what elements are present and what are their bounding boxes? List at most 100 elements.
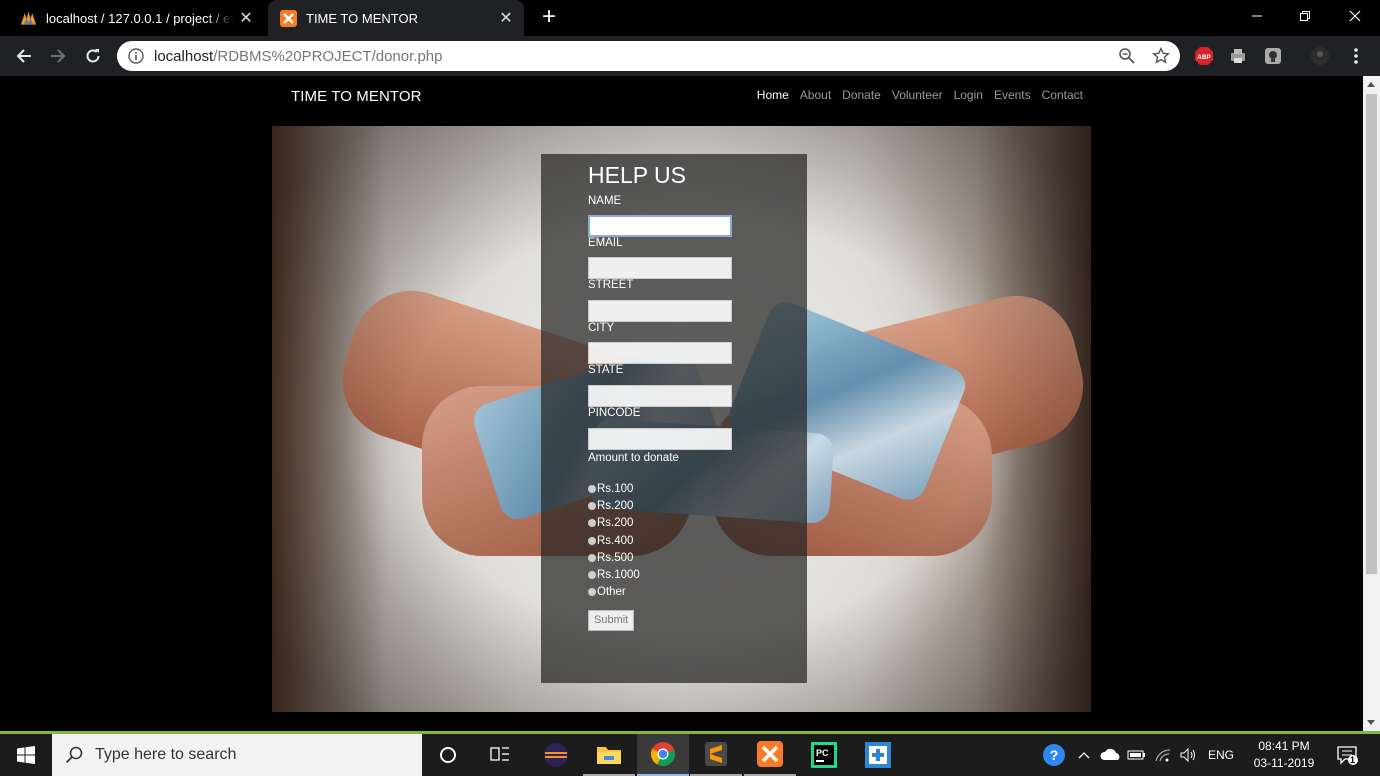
field-city: CITY xyxy=(588,322,788,364)
new-tab-button[interactable]: + xyxy=(536,4,562,30)
radio-button[interactable] xyxy=(588,501,596,510)
email-label: EMAIL xyxy=(588,237,623,249)
phpmyadmin-icon xyxy=(20,10,37,27)
minimize-icon[interactable] xyxy=(1233,0,1281,32)
nav-events[interactable]: Events xyxy=(994,88,1031,102)
page-viewport: TIME TO MENTOR Home About Donate Volunte… xyxy=(0,76,1363,731)
amount-option-label: Rs.1000 xyxy=(597,569,640,582)
extension-printer-icon[interactable] xyxy=(1228,46,1248,66)
info-icon[interactable] xyxy=(128,48,144,64)
submit-button[interactable]: Submit xyxy=(588,610,635,632)
url-path: /RDBMS%20PROJECT/donor.php xyxy=(213,47,443,65)
eclipse-icon[interactable] xyxy=(530,734,582,776)
amount-option-label: Rs.500 xyxy=(597,551,634,564)
amount-option[interactable]: Rs.1000 xyxy=(588,566,788,583)
tab-phpmyadmin[interactable]: localhost / 127.0.0.1 / project / ev ✕ xyxy=(10,0,264,36)
page-scrollbar[interactable] xyxy=(1363,76,1380,731)
radio-button[interactable] xyxy=(588,536,596,545)
street-label: STREET xyxy=(588,279,634,291)
bookmark-star-icon[interactable] xyxy=(1152,47,1170,65)
nav-volunteer[interactable]: Volunteer xyxy=(892,88,943,102)
name-input[interactable] xyxy=(588,215,732,237)
form-title: HELP US xyxy=(588,162,687,188)
amount-radio-group: Rs.100 Rs.200 Rs.200 Rs.400 Rs.500 Rs.10… xyxy=(588,480,788,601)
wifi-icon[interactable] xyxy=(1152,734,1174,776)
cortana-icon[interactable] xyxy=(422,734,474,776)
field-street: STREET xyxy=(588,279,788,322)
radio-button[interactable] xyxy=(588,484,596,493)
amount-option[interactable]: Rs.200 xyxy=(588,515,788,532)
radio-button[interactable] xyxy=(588,588,596,597)
amount-option-label: Rs.200 xyxy=(597,517,634,530)
volume-icon[interactable] xyxy=(1178,734,1200,776)
forward-icon[interactable] xyxy=(44,42,72,70)
app-plus-icon[interactable] xyxy=(852,734,904,776)
restore-icon[interactable] xyxy=(1281,0,1329,32)
search-icon xyxy=(65,746,83,764)
windows-start-icon[interactable] xyxy=(0,734,52,776)
chevron-up-icon[interactable] xyxy=(1074,734,1094,776)
tab-title: localhost / 127.0.0.1 / project / ev xyxy=(46,10,234,26)
amount-option[interactable]: Rs.200 xyxy=(588,497,788,514)
clock-date: 03-11-2019 xyxy=(1253,756,1315,770)
radio-button[interactable] xyxy=(588,553,596,562)
state-input[interactable] xyxy=(588,385,732,407)
amount-option[interactable]: Rs.100 xyxy=(588,480,788,497)
amount-option[interactable]: Other xyxy=(588,584,788,601)
donation-form-panel: HELP US NAME EMAIL STREET CITY STATE PIN… xyxy=(541,154,807,683)
city-input[interactable] xyxy=(588,342,732,364)
taskbar-search-box[interactable]: Type here to search xyxy=(52,734,422,776)
pycharm-icon[interactable]: PC xyxy=(798,734,850,776)
search-placeholder: Type here to search xyxy=(95,746,237,763)
close-window-icon[interactable] xyxy=(1331,0,1379,32)
tab-title: TIME TO MENTOR xyxy=(306,10,418,26)
tab-time-to-mentor[interactable]: TIME TO MENTOR ✕ xyxy=(268,0,524,36)
radio-button[interactable] xyxy=(588,571,596,580)
email-input[interactable] xyxy=(588,257,732,279)
nav-home[interactable]: Home xyxy=(757,88,789,102)
amount-label: Amount to donate xyxy=(588,452,679,464)
xampp-taskbar-icon[interactable] xyxy=(744,734,796,776)
file-explorer-icon[interactable] xyxy=(583,734,635,776)
close-tab-icon[interactable]: ✕ xyxy=(494,8,518,28)
chrome-icon[interactable] xyxy=(637,734,689,776)
url-text: localhost/RDBMS%20PROJECT/donor.php xyxy=(154,48,1118,65)
field-name: NAME xyxy=(588,195,788,237)
scroll-down-icon[interactable] xyxy=(1367,720,1375,725)
nav-donate[interactable]: Donate xyxy=(842,88,881,102)
profile-avatar-icon[interactable] xyxy=(1310,46,1330,66)
extension-bulb-icon[interactable] xyxy=(1263,46,1283,66)
site-menu: Home About Donate Volunteer Login Events… xyxy=(757,88,1083,102)
nav-login[interactable]: Login xyxy=(954,88,983,102)
nav-contact[interactable]: Contact xyxy=(1042,88,1083,102)
nav-about[interactable]: About xyxy=(800,88,831,102)
notifications-icon[interactable]: 1 xyxy=(1332,734,1362,776)
pincode-input[interactable] xyxy=(588,428,732,450)
task-view-icon[interactable] xyxy=(474,734,526,776)
radio-button[interactable] xyxy=(588,519,596,528)
scroll-up-icon[interactable] xyxy=(1367,82,1375,87)
amount-option[interactable]: Rs.400 xyxy=(588,532,788,549)
field-email: EMAIL xyxy=(588,237,788,279)
help-icon[interactable]: ? xyxy=(1040,734,1068,776)
onedrive-icon[interactable] xyxy=(1099,734,1123,776)
sublime-text-icon[interactable] xyxy=(690,734,742,776)
site-brand[interactable]: TIME TO MENTOR xyxy=(291,88,422,105)
scroll-thumb[interactable] xyxy=(1366,94,1377,574)
address-bar[interactable]: localhost/RDBMS%20PROJECT/donor.php xyxy=(117,41,1180,71)
zoom-icon[interactable] xyxy=(1118,47,1136,65)
svg-text:?: ? xyxy=(1050,747,1059,763)
amount-option-label: Rs.100 xyxy=(597,482,634,495)
battery-icon[interactable] xyxy=(1126,734,1148,776)
clock[interactable]: 08:41 PM 03-11-2019 xyxy=(1244,734,1324,776)
language-indicator[interactable]: ENG xyxy=(1206,734,1236,776)
street-input[interactable] xyxy=(588,300,732,322)
menu-kebab-icon[interactable] xyxy=(1346,46,1366,66)
reload-icon[interactable] xyxy=(79,42,107,70)
xampp-icon xyxy=(280,9,297,27)
close-tab-icon[interactable]: ✕ xyxy=(234,8,258,28)
back-icon[interactable] xyxy=(10,42,38,70)
amount-option[interactable]: Rs.500 xyxy=(588,549,788,566)
adblock-icon[interactable]: ABP xyxy=(1194,46,1214,66)
donation-form: HELP US NAME EMAIL STREET CITY STATE PIN… xyxy=(588,154,788,632)
